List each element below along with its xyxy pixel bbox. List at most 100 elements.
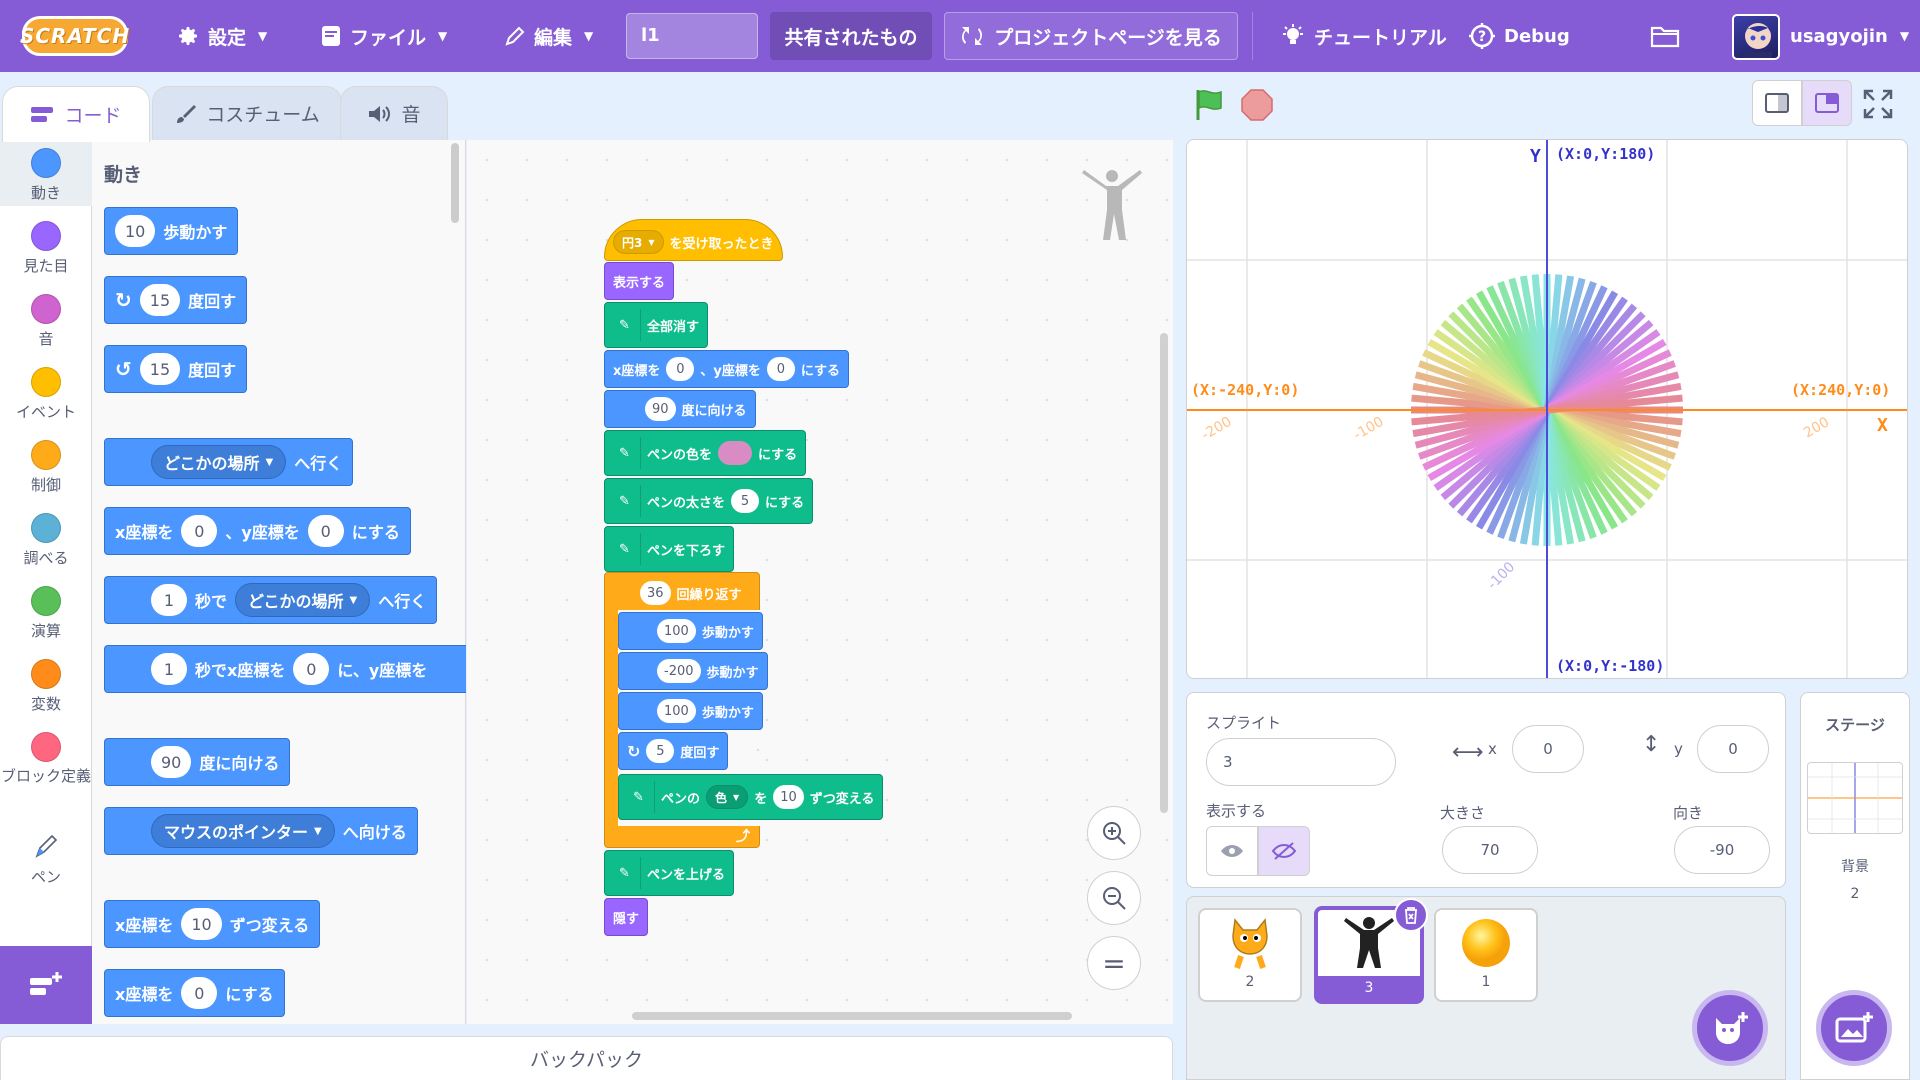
block-dropdown[interactable]: どこかの場所 ▼ (235, 583, 371, 617)
account-menu[interactable]: usagyojin ▼ (1790, 0, 1909, 72)
palette-scrollbar[interactable] (451, 143, 459, 223)
settings-menu[interactable]: 設定 ▼ (176, 0, 267, 72)
turn-right-block[interactable]: ↻ 5 度回す (618, 732, 729, 770)
category-pen[interactable]: ペン (0, 826, 92, 887)
stage-canvas[interactable]: Y X (X:0,Y:180) (X:0,Y:-180) (X:-240,Y:0… (1186, 139, 1908, 679)
category-motion[interactable]: 動き (0, 140, 92, 206)
normal-stage-button[interactable] (1802, 80, 1852, 126)
workspace-vertical-scrollbar[interactable] (1160, 333, 1168, 813)
edit-menu[interactable]: 編集 ▼ (504, 0, 593, 72)
block-input[interactable]: 15 (139, 284, 181, 316)
category-sound[interactable]: 音 (0, 286, 92, 349)
block-set-x[interactable]: x座標を 0 にする (104, 969, 285, 1017)
block-input[interactable]: 0 (766, 357, 795, 381)
category-sensing[interactable]: 調べる (0, 505, 92, 568)
block-input[interactable]: 15 (139, 353, 181, 385)
avatar[interactable] (1732, 14, 1780, 60)
tab-costume[interactable]: コスチューム (152, 86, 342, 140)
block-input[interactable]: 10 (115, 215, 156, 247)
block-input[interactable]: 0 (181, 977, 218, 1009)
hide-block[interactable]: 隠す (604, 898, 649, 936)
add-backdrop-button[interactable] (1816, 990, 1892, 1066)
pen-up-block[interactable]: ✎ ペンを上げる (604, 850, 735, 896)
small-stage-button[interactable] (1752, 80, 1802, 126)
set-pen-size-block[interactable]: ✎ ペンの太さを 5 にする (604, 478, 814, 524)
zoom-out-button[interactable] (1087, 871, 1141, 925)
set-pen-color-block[interactable]: ✎ ペンの色を にする (604, 430, 807, 476)
block-point-direction[interactable]: 90 度に向ける (104, 738, 291, 786)
color-swatch[interactable] (718, 441, 753, 465)
move-steps-block[interactable]: 100 歩動かす (618, 612, 763, 650)
block-input[interactable]: 0 (666, 357, 695, 381)
block-turn-right[interactable]: ↻ 15 度回す (104, 276, 248, 324)
file-menu[interactable]: ファイル ▼ (320, 0, 447, 72)
my-stuff-button[interactable] (1650, 0, 1680, 72)
block-glide-xy[interactable]: 1 秒でx座標を 0 に、y座標を (104, 645, 466, 693)
category-operators[interactable]: 演算 (0, 578, 92, 641)
backpack[interactable]: バックパック (0, 1036, 1173, 1080)
stage-thumbnail[interactable] (1807, 762, 1903, 834)
category-control[interactable]: 制御 (0, 432, 92, 495)
pen-clear-block[interactable]: ✎ 全部消す (604, 302, 709, 348)
block-input[interactable]: 100 (657, 699, 696, 723)
x-position-input[interactable]: 0 (1512, 725, 1584, 773)
when-receive-hat-block[interactable]: 円3 ▼ を受け取ったとき (604, 219, 783, 261)
block-input[interactable]: 5 (731, 489, 760, 513)
green-flag-button[interactable] (1194, 88, 1226, 127)
y-position-input[interactable]: 0 (1697, 725, 1769, 773)
script-workspace[interactable] (467, 140, 1173, 1024)
scratch-logo[interactable]: SCRATCH (20, 16, 129, 56)
show-sprite-toggle[interactable] (1206, 826, 1258, 876)
block-input[interactable]: 90 (151, 746, 192, 778)
size-input[interactable]: 70 (1442, 826, 1538, 874)
show-block[interactable]: 表示する (604, 262, 675, 300)
tab-sound[interactable]: 音 (340, 86, 448, 140)
move-steps-block[interactable]: -200 歩動かす (618, 652, 768, 690)
block-input[interactable]: 0 (293, 653, 330, 685)
fullscreen-button[interactable] (1862, 88, 1894, 125)
block-input[interactable]: 10 (181, 908, 222, 940)
shared-button[interactable]: 共有されたもの (770, 12, 932, 60)
block-goto[interactable]: どこかの場所 ▼ へ行く (104, 438, 354, 486)
project-title-input[interactable]: l1 (626, 13, 758, 59)
block-input[interactable]: 100 (657, 619, 696, 643)
block-input[interactable]: 10 (773, 785, 804, 809)
block-input[interactable]: 5 (646, 739, 675, 763)
add-sprite-button[interactable] (1692, 990, 1768, 1066)
category-variables[interactable]: 変数 (0, 651, 92, 714)
add-extension-button[interactable] (0, 946, 92, 1024)
category-my-blocks[interactable]: ブロック定義 (0, 724, 92, 786)
block-input[interactable]: 36 (640, 581, 671, 605)
block-change-x[interactable]: x座標を 10 ずつ変える (104, 900, 321, 948)
hide-sprite-toggle[interactable] (1258, 826, 1310, 876)
block-input[interactable]: 90 (645, 397, 676, 421)
category-events[interactable]: イベント (0, 359, 92, 422)
stop-button[interactable] (1240, 88, 1274, 127)
workspace-horizontal-scrollbar[interactable] (632, 1012, 1072, 1020)
zoom-in-button[interactable] (1087, 806, 1141, 860)
pen-param-dropdown[interactable]: 色 ▼ (706, 785, 749, 809)
block-turn-left[interactable]: ↺ 15 度回す (104, 345, 248, 393)
block-input[interactable]: 0 (181, 515, 218, 547)
block-goto-xy[interactable]: x座標を 0 、y座標を 0 にする (104, 507, 411, 555)
block-input[interactable]: 0 (307, 515, 344, 547)
block-dropdown[interactable]: マウスのポインター ▼ (151, 814, 335, 848)
debug-menu[interactable]: ? Debug (1468, 0, 1570, 72)
block-move-steps[interactable]: 10 歩動かす (104, 207, 239, 255)
block-point-towards[interactable]: マウスのポインター ▼ へ向ける (104, 807, 418, 855)
goto-xy-block[interactable]: x座標を 0 、y座標を 0 にする (604, 350, 850, 388)
block-dropdown[interactable]: どこかの場所 ▼ (151, 445, 287, 479)
message-dropdown[interactable]: 円3 ▼ (613, 230, 664, 254)
change-pen-color-block[interactable]: ✎ ペンの色 ▼ を 10 ずつ変える (618, 774, 884, 820)
delete-sprite-button[interactable] (1394, 898, 1428, 932)
point-direction-block[interactable]: 90 度に向ける (604, 390, 756, 428)
move-steps-block[interactable]: 100 歩動かす (618, 692, 763, 730)
direction-input[interactable]: -90 (1674, 826, 1770, 874)
block-glide[interactable]: 1 秒で どこかの場所 ▼ へ行く (104, 576, 438, 624)
tutorial-menu[interactable]: チュートリアル (1280, 0, 1447, 72)
category-looks[interactable]: 見た目 (0, 213, 92, 276)
block-input[interactable]: 1 (151, 653, 187, 685)
zoom-reset-button[interactable]: = (1087, 936, 1141, 990)
project-page-button[interactable]: プロジェクトページを見る (944, 12, 1238, 60)
sprite-name-input[interactable]: 3 (1206, 738, 1396, 786)
